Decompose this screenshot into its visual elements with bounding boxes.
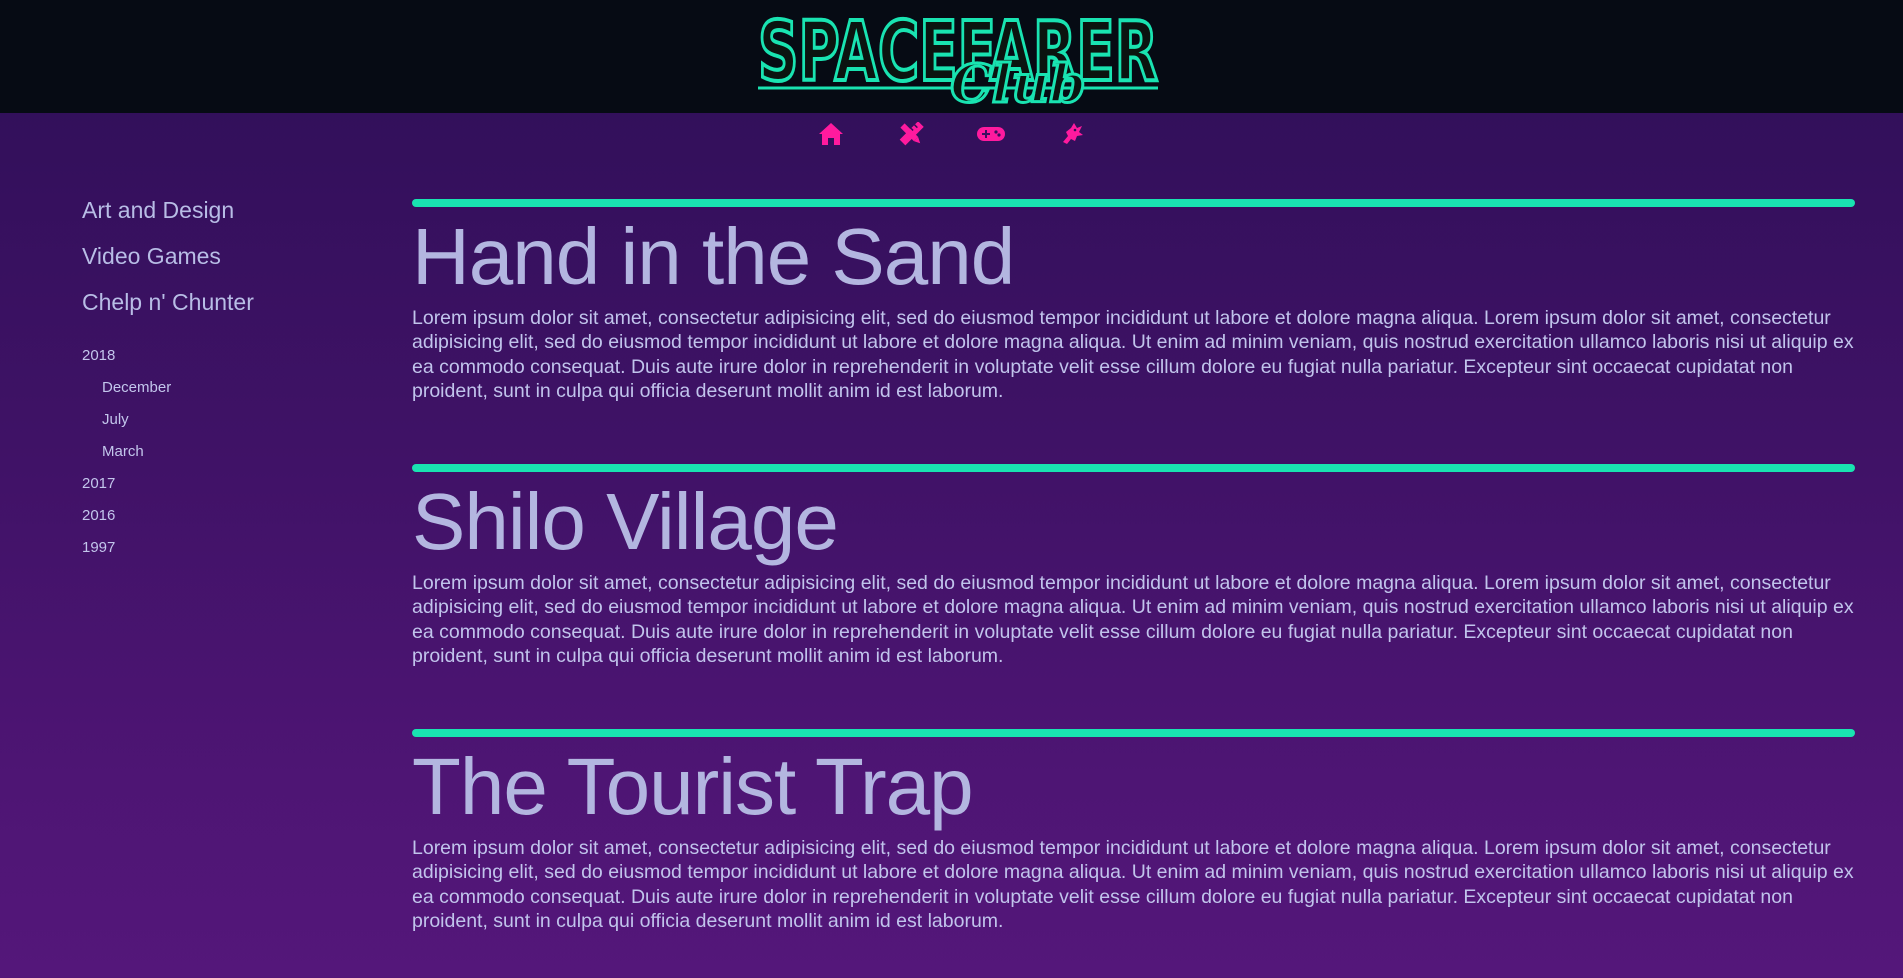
post-divider: [412, 464, 1855, 472]
post-title[interactable]: The Tourist Trap: [412, 741, 1855, 833]
archive-month-december[interactable]: December: [102, 378, 382, 398]
category-video-games[interactable]: Video Games: [82, 242, 382, 270]
post-card: Hand in the Sand Lorem ipsum dolor sit a…: [412, 199, 1855, 464]
logo-script: Club: [950, 54, 1085, 108]
post-divider: [412, 199, 1855, 207]
post-excerpt: Lorem ipsum dolor sit amet, consectetur …: [412, 307, 1854, 402]
post-title[interactable]: Hand in the Sand: [412, 211, 1855, 303]
archive-month-march[interactable]: March: [102, 442, 382, 462]
gamepad-icon[interactable]: [976, 121, 1006, 147]
category-art-and-design[interactable]: Art and Design: [82, 196, 382, 224]
archive-list: 2018 December July March 2017 2016 1997: [82, 346, 382, 558]
post-excerpt: Lorem ipsum dolor sit amet, consectetur …: [412, 837, 1854, 932]
site-header: SPACEFARER Club: [0, 0, 1903, 113]
sidebar: Art and Design Video Games Chelp n' Chun…: [82, 196, 382, 570]
site-logo[interactable]: SPACEFARER Club: [756, 4, 1160, 108]
pencil-ruler-icon[interactable]: [896, 121, 926, 147]
post-title[interactable]: Shilo Village: [412, 476, 1855, 568]
post-card: Shilo Village Lorem ipsum dolor sit amet…: [412, 464, 1855, 729]
archive-month-july[interactable]: July: [102, 410, 382, 430]
post-list: Hand in the Sand Lorem ipsum dolor sit a…: [412, 199, 1855, 978]
category-list: Art and Design Video Games Chelp n' Chun…: [82, 196, 382, 316]
archive-year-2016[interactable]: 2016: [82, 506, 382, 526]
home-icon[interactable]: [816, 121, 846, 147]
category-chelp-n-chunter[interactable]: Chelp n' Chunter: [82, 288, 382, 316]
post-excerpt: Lorem ipsum dolor sit amet, consectetur …: [412, 572, 1854, 667]
post-divider: [412, 729, 1855, 737]
archive-year-2017[interactable]: 2017: [82, 474, 382, 494]
post-card: The Tourist Trap Lorem ipsum dolor sit a…: [412, 729, 1855, 978]
archive-months: December July March: [102, 378, 382, 462]
archive-year-1997[interactable]: 1997: [82, 538, 382, 558]
archive-year-2018[interactable]: 2018: [82, 346, 382, 366]
dragon-icon[interactable]: [1057, 121, 1087, 147]
icon-nav: [0, 121, 1903, 147]
